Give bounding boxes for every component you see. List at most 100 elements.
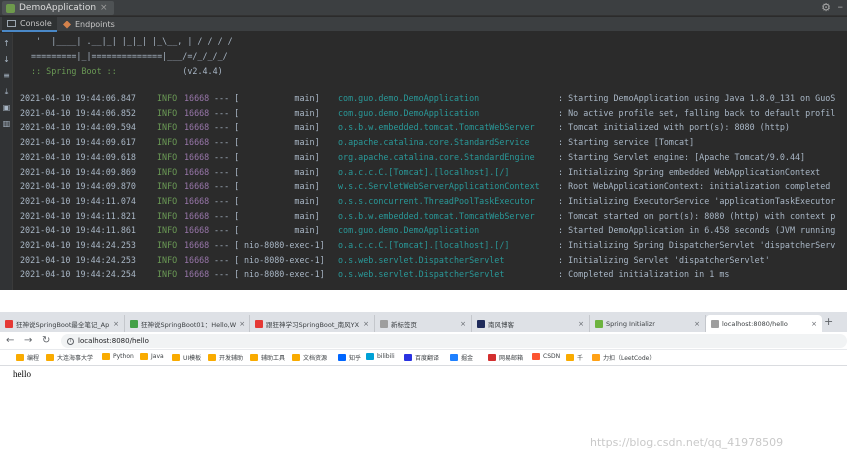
gear-icon[interactable]: ⚙ [821,1,831,14]
reload-icon[interactable]: ↻ [42,334,50,347]
browser-tab[interactable]: Spring Initializr × [590,315,706,332]
bookmark-label: 千 [577,355,584,362]
log-timestamp: 2021-04-10 19:44:24.253 [20,240,136,250]
bookmark-item[interactable]: 大连海事大学 [46,353,93,362]
down-arrow-icon[interactable]: ↓ [2,55,11,64]
console-output[interactable]: ' |____| .__|_| |_|_| |_\__, | / / / / =… [14,33,847,290]
minimize-icon[interactable]: – [838,0,844,13]
tab-endpoints[interactable]: Endpoints [58,17,120,32]
bookmark-item[interactable]: 网易邮箱 [488,353,523,362]
close-icon[interactable]: × [363,320,369,328]
log-separator: --- [ [214,166,240,177]
log-level: INFO [157,137,178,148]
browser-tab-strip: 狂神说SpringBoot最全笔记_Ap × 狂神说SpringBoot01：Hel… [0,312,847,332]
folder-icon [16,354,24,361]
close-icon[interactable]: × [578,320,584,328]
log-thread: main] [244,122,320,133]
bookmarks-bar: 编程 大连海事大学 Python Java UI模板 开发辅助 辅助工具 文档资源 知乎 bili… [0,350,847,366]
log-pid: 16668 [184,240,210,250]
separator-strip [0,290,847,312]
bookmark-item[interactable]: UI模板 [172,353,201,362]
folder-icon [140,353,148,360]
log-timestamp: 2021-04-10 19:44:09.617 [20,137,136,148]
run-tab-demoapplication[interactable]: DemoApplication × [2,1,114,15]
bookmark-label: 力扣（LeetCode） [603,355,656,362]
log-thread: main] [244,93,320,103]
browser-toolbar: ← → ↻ i localhost:8080/hello [0,332,847,350]
browser-tab-label: localhost:8080/hello [722,319,788,328]
bookmark-item[interactable]: 编程 [16,353,39,362]
log-separator: --- [ [214,181,240,192]
bookmark-label: 大连海事大学 [57,355,94,362]
address-bar[interactable]: i localhost:8080/hello [61,334,847,348]
page-text: hello [13,369,31,379]
log-timestamp: 2021-04-10 19:44:24.254 [20,269,136,280]
log-separator: --- [ [214,254,240,265]
run-config-icon [6,3,15,13]
browser-tab[interactable]: localhost:8080/hello × [706,315,822,332]
log-logger: o.s.b.w.embedded.tomcat.TomcatWebServer [338,122,535,133]
folder-icon [338,354,346,361]
bookmark-item[interactable]: 开发辅助 [208,353,243,362]
info-icon[interactable]: i [67,337,74,345]
url-text: localhost:8080/hello [78,337,149,345]
log-timestamp: 2021-04-10 19:44:11.074 [20,195,136,206]
log-thread: nio-8080-exec-1] [244,254,325,265]
browser-tab[interactable]: 新标签页 × [375,315,472,332]
clear-all-icon[interactable]: ▥ [2,119,11,128]
close-icon[interactable]: × [460,320,466,328]
bookmark-item[interactable]: 知乎 [338,353,361,362]
print-icon[interactable]: ▣ [2,103,11,112]
browser-tab[interactable]: 狂神说SpringBoot最全笔记_Ap × [0,315,125,332]
log-pid: 16668 [184,269,210,280]
run-tool-window-header: DemoApplication × ⚙ – [0,0,847,16]
bookmark-item[interactable]: Python [102,353,134,360]
close-icon[interactable]: × [239,320,245,328]
back-arrow-icon[interactable]: ← [6,334,14,347]
bookmark-label: 开发辅助 [219,355,244,362]
close-icon[interactable]: × [694,320,700,328]
log-pid: 16668 [184,254,210,265]
bookmark-item[interactable]: bilibili [366,353,395,360]
favicon-icon [130,319,138,328]
log-timestamp: 2021-04-10 19:44:09.870 [20,181,136,192]
log-thread: nio-8080-exec-1] [244,269,325,280]
log-pid: 16668 [184,210,210,221]
log-level: INFO [157,151,178,162]
log-pid: 16668 [184,122,210,133]
log-level: INFO [157,269,178,280]
close-icon[interactable]: × [113,320,119,328]
bookmark-item[interactable]: 掘金 [450,353,473,362]
bookmark-item[interactable]: CSDN [532,353,560,360]
tab-console[interactable]: Console [2,17,57,32]
up-arrow-icon[interactable]: ↑ [2,39,11,48]
forward-arrow-icon[interactable]: → [24,334,32,347]
close-icon[interactable]: × [811,320,817,328]
log-level: INFO [157,93,178,103]
browser-tab[interactable]: 南风博客 × [472,315,590,332]
bookmark-item[interactable]: 千 [566,353,583,362]
bookmark-label: CSDN [543,353,561,360]
log-logger: o.a.c.c.C.[Tomcat].[localhost].[/] [338,240,510,250]
close-icon[interactable]: × [100,3,108,13]
tab-endpoints-label: Endpoints [75,20,115,29]
log-pid: 16668 [184,181,210,192]
log-level: INFO [157,181,178,192]
bookmark-item[interactable]: 文档资源 [292,353,327,362]
bookmark-item[interactable]: 百度翻译 [404,353,439,362]
soft-wrap-icon[interactable]: ≡ [2,71,11,80]
page-content: hello https://blog.csdn.net/qq_41978509 [0,366,847,463]
folder-icon [250,354,258,361]
log-timestamp: 2021-04-10 19:44:11.861 [20,225,136,236]
bookmark-item[interactable]: 力扣（LeetCode） [592,353,655,362]
bookmark-item[interactable]: 辅助工具 [250,353,285,362]
browser-tab[interactable]: 狂神说SpringBoot01：Hello,W × [125,315,250,332]
log-message: : Started DemoApplication in 6.458 secon… [558,225,836,236]
browser-tab-label: 跟狂神学习SpringBoot_南风YX [266,320,360,329]
browser-tab[interactable]: 跟狂神学习SpringBoot_南风YX × [250,315,375,332]
scroll-to-end-icon[interactable]: ⤓ [2,87,11,96]
bookmark-item[interactable]: Java [140,353,164,360]
log-timestamp: 2021-04-10 19:44:11.821 [20,210,136,221]
log-pid: 16668 [184,107,210,118]
new-tab-icon[interactable]: + [824,315,833,329]
